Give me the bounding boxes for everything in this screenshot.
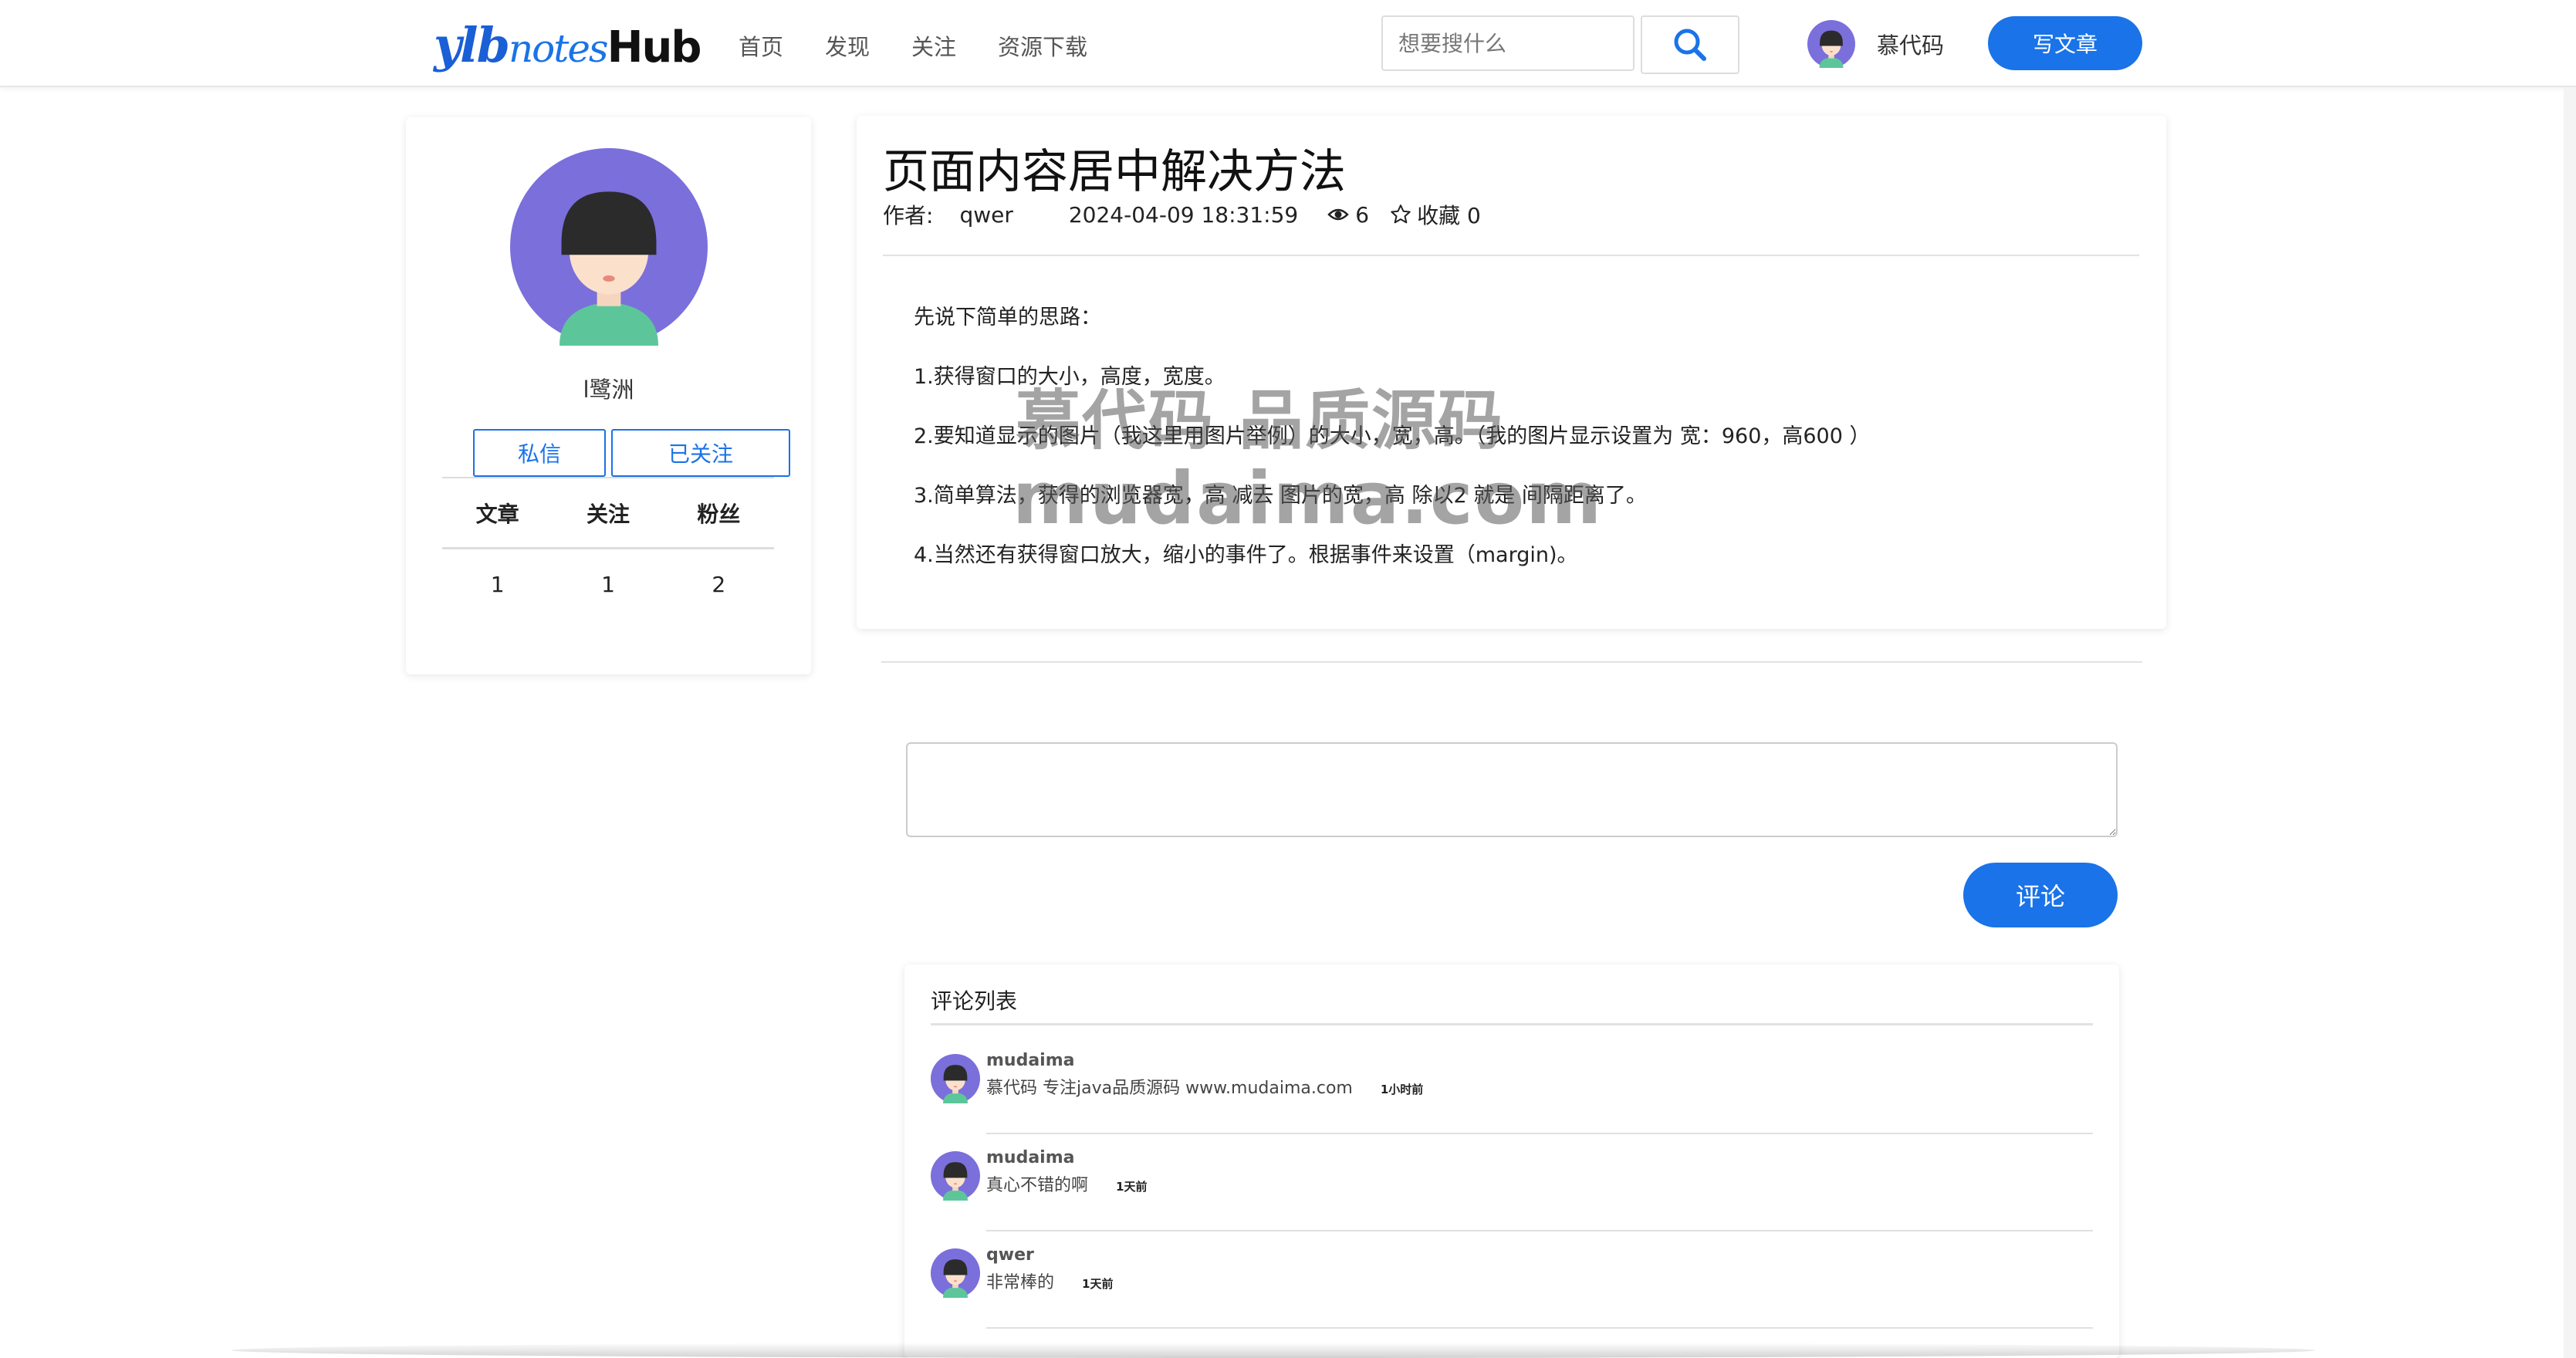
private-message-button[interactable]: 私信 <box>473 429 606 477</box>
user-name[interactable]: 慕代码 <box>1877 28 1944 60</box>
comment-item: mudaima 真心不错的啊 1天前 <box>931 1145 2093 1242</box>
view-count: 6 <box>1327 202 1369 228</box>
comments-card: 评论列表 mudaima 慕代码 专注java品质源码 www.mudaima.… <box>904 964 2119 1358</box>
comment-text: 慕代码 专注java品质源码 www.mudaima.com <box>986 1079 1353 1098</box>
comment-item: qwer 非常棒的 1天前 <box>931 1242 2093 1339</box>
author-stats: 文章 关注 粉丝 1 1 2 <box>442 477 774 619</box>
search-button[interactable] <box>1641 15 1739 74</box>
comment-divider <box>986 1230 2093 1231</box>
article-body: 先说下简单的思路： 1.获得窗口的大小，高度，宽度。 2.要知道显示的图片（我这… <box>914 302 2118 600</box>
article-paragraph: 4.当然还有获得窗口放大，缩小的事件了。根据事件来设置（margin)。 <box>914 543 1578 567</box>
stat-value-fans[interactable]: 2 <box>664 572 774 597</box>
commenter-name[interactable]: mudaima <box>986 1051 1075 1070</box>
comment-textarea[interactable] <box>906 742 2118 837</box>
section-divider <box>881 661 2142 663</box>
article-paragraph: 2.要知道显示的图片（我这里用图片举例）的大小，宽，高。（我的图片显示设置为 宽… <box>914 424 1871 448</box>
commenter-avatar[interactable] <box>931 1054 980 1103</box>
article-title: 页面内容居中解决方法 <box>883 145 1346 199</box>
stat-label-articles: 文章 <box>475 501 519 527</box>
article-card: 页面内容居中解决方法 作者: qwer 2024-04-09 18:31:59 … <box>857 116 2166 629</box>
article-divider <box>883 255 2139 256</box>
comment-time: 1天前 <box>1082 1277 1114 1291</box>
scrollbar-track[interactable] <box>2564 87 2576 1358</box>
main-nav: 首页 发现 关注 资源下载 <box>739 29 1129 62</box>
comment-divider <box>986 1327 2093 1329</box>
article-paragraph: 3.简单算法，获得的浏览器宽，高 减去 图片的宽，高 除以2 就是 间隔距离了。 <box>914 484 1647 508</box>
views-value: 6 <box>1355 201 1370 228</box>
stat-value-following[interactable]: 1 <box>553 572 663 597</box>
nav-discover[interactable]: 发现 <box>825 29 870 62</box>
stat-label-fans: 粉丝 <box>697 501 741 527</box>
comment-time: 1天前 <box>1116 1180 1148 1194</box>
comment-divider <box>986 1133 2093 1134</box>
submit-comment-button[interactable]: 评论 <box>1963 863 2118 927</box>
comment-item: mudaima 慕代码 专注java品质源码 www.mudaima.com 1小… <box>931 1048 2093 1145</box>
commenter-name[interactable]: mudaima <box>986 1148 1075 1167</box>
commenter-avatar[interactable] <box>931 1151 980 1201</box>
search-input[interactable] <box>1381 15 1635 71</box>
logo-part-2: notes <box>508 26 609 71</box>
nav-downloads[interactable]: 资源下载 <box>998 29 1087 62</box>
commenter-name[interactable]: qwer <box>986 1245 1034 1265</box>
followed-button[interactable]: 已关注 <box>611 429 790 477</box>
article-author[interactable]: qwer <box>959 202 1012 228</box>
article-meta: 作者: qwer 2024-04-09 18:31:59 6 收藏 0 <box>883 199 1481 230</box>
star-icon <box>1391 204 1411 224</box>
search-icon <box>1674 29 1706 61</box>
comment-text-row: 非常棒的 1天前 <box>986 1268 1113 1293</box>
author-profile-card: l鹭洲 私信 已关注 文章 关注 粉丝 1 1 2 <box>406 117 811 674</box>
top-navbar: ylb notes Hub 首页 发现 关注 资源下载 慕代码 写文章 <box>0 0 2576 87</box>
stat-value-articles[interactable]: 1 <box>442 572 553 597</box>
logo-part-3: Hub <box>607 22 702 73</box>
commenter-avatar[interactable] <box>931 1248 980 1298</box>
comments-title-divider <box>931 1023 2093 1025</box>
write-article-button[interactable]: 写文章 <box>1988 16 2142 70</box>
bottom-shadow <box>232 1343 2315 1358</box>
user-avatar[interactable] <box>1807 20 1855 68</box>
author-avatar[interactable] <box>510 148 708 346</box>
comment-text: 非常棒的 <box>986 1273 1055 1292</box>
author-name: l鹭洲 <box>583 377 634 403</box>
logo-part-1: ylb <box>434 17 510 73</box>
nav-home[interactable]: 首页 <box>739 29 783 62</box>
eye-icon <box>1327 208 1350 221</box>
comment-time: 1小时前 <box>1380 1083 1424 1096</box>
comment-text-row: 真心不错的啊 1天前 <box>986 1171 1147 1196</box>
favorite-button[interactable]: 收藏 0 <box>1389 199 1481 230</box>
article-paragraph: 1.获得窗口的大小，高度，宽度。 <box>914 365 1225 389</box>
site-logo[interactable]: ylb notes Hub <box>434 17 702 73</box>
stat-label-following: 关注 <box>586 501 630 527</box>
comments-title: 评论列表 <box>931 988 1018 1014</box>
article-date: 2024-04-09 18:31:59 <box>1068 201 1299 228</box>
favorites-label: 收藏 0 <box>1417 203 1481 228</box>
article-paragraph: 先说下简单的思路： <box>914 306 1101 329</box>
author-label: 作者: <box>883 203 934 228</box>
nav-following[interactable]: 关注 <box>911 29 956 62</box>
comment-text-row: 慕代码 专注java品质源码 www.mudaima.com 1小时前 <box>986 1074 1423 1099</box>
comment-text: 真心不错的啊 <box>986 1176 1089 1195</box>
